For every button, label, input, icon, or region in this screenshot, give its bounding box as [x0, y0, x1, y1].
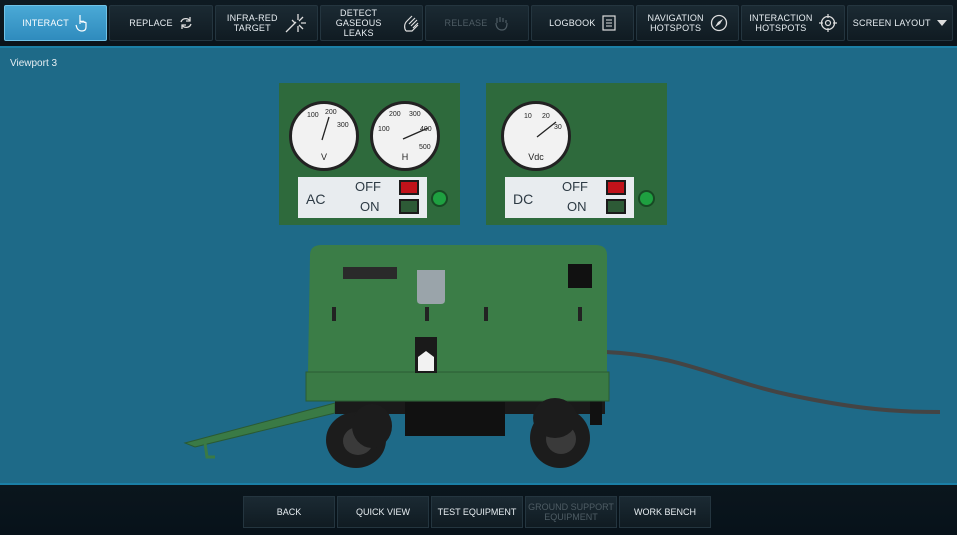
work-bench-button[interactable]: Work bench — [619, 496, 711, 528]
logbook-button[interactable]: Logbook — [530, 5, 634, 41]
power-cable — [605, 350, 941, 414]
laser-spark-icon — [285, 14, 306, 33]
work-bench-label: Work bench — [633, 507, 696, 517]
ground-support-equipment-button[interactable]: Ground support equipment — [525, 496, 617, 528]
gse-label-1: Ground support — [528, 502, 614, 512]
quick-view-label: Quick view — [355, 507, 410, 517]
dc-switch[interactable]: DC OFF ON — [505, 177, 634, 218]
ac-status-led — [431, 190, 448, 207]
wheel-left — [326, 404, 392, 468]
navigation-hotspots-button[interactable]: Navigation hotspots — [635, 5, 740, 41]
logbook-label: Logbook — [549, 18, 596, 28]
interact-label: Interact — [22, 18, 69, 28]
ac-switch-label: AC — [306, 191, 326, 207]
hand-pointer-icon — [75, 15, 87, 32]
dc-off-lamp[interactable] — [606, 180, 626, 195]
chevron-down-icon — [936, 20, 947, 26]
inter-label-2: hotspots — [755, 23, 807, 33]
ac-voltmeter[interactable]: 100 200 300 V — [289, 101, 359, 171]
release-label: Release — [444, 18, 488, 28]
main-toolbar: Interact Replace Infra-red target Detect g… — [0, 0, 957, 48]
ac-frequency-meter[interactable]: 200 300 100 400 500 H — [370, 101, 440, 171]
detect-label-1: Detect — [340, 8, 378, 18]
replace-label: Replace — [129, 18, 173, 28]
dc-status-led — [638, 190, 655, 207]
ac-control-panel: 100 200 300 V 200 300 100 400 500 H AC O… — [279, 83, 460, 225]
logbook-icon — [601, 15, 616, 31]
dc-off-label: OFF — [562, 179, 588, 194]
dc-control-panel: 10 20 30 Vdc DC OFF ON — [486, 83, 667, 225]
dc-on-lamp[interactable] — [606, 199, 626, 214]
freq-unit: H — [401, 152, 409, 162]
interaction-hotspots-button[interactable]: Interaction hotspots — [741, 5, 845, 41]
screen-layout-label: Screen layout — [852, 18, 931, 28]
back-button[interactable]: Back — [243, 496, 335, 528]
interact-button[interactable]: Interact — [4, 5, 108, 41]
gse-label-2: equipment — [544, 512, 598, 522]
nav-label-2: hotspots — [650, 23, 702, 33]
screen-layout-dropdown[interactable]: Screen layout — [846, 5, 953, 41]
sniffer-hand-icon — [404, 15, 419, 32]
tow-bar — [183, 402, 336, 448]
ac-voltmeter-unit: V — [320, 152, 327, 162]
test-equipment-button[interactable]: Test equipment — [431, 496, 523, 528]
release-button[interactable]: Release — [425, 5, 529, 41]
ac-on-label: ON — [360, 199, 380, 214]
bottom-toolbar: Back Quick view Test equipment Ground su… — [0, 483, 957, 535]
quick-view-button[interactable]: Quick view — [337, 496, 429, 528]
wheel-right — [530, 398, 590, 468]
dc-on-label: ON — [567, 199, 587, 214]
viewport-3d[interactable]: Viewport 3 100 200 300 V 200 300 100 400… — [0, 50, 957, 483]
generator-cart[interactable] — [0, 50, 957, 483]
ac-switch[interactable]: AC OFF ON — [298, 177, 427, 218]
dc-voltmeter-unit: Vdc — [528, 152, 544, 162]
test-equipment-label: Test equipment — [437, 507, 517, 517]
ac-on-lamp[interactable] — [399, 199, 419, 214]
refresh-icon — [180, 17, 192, 29]
detect-gaseous-leaks-button[interactable]: Detect gaseous leaks — [319, 5, 424, 41]
back-label: Back — [276, 507, 302, 517]
dc-voltmeter[interactable]: 10 20 30 Vdc — [501, 101, 571, 171]
ac-off-lamp[interactable] — [399, 180, 419, 195]
grab-hand-icon — [495, 17, 509, 31]
generator-body — [308, 245, 607, 372]
ac-off-label: OFF — [355, 179, 381, 194]
dc-switch-label: DC — [513, 191, 534, 207]
detect-label-2: gaseous leaks — [335, 18, 382, 38]
nav-label-1: Navigation — [647, 13, 704, 23]
inter-label-1: Interaction — [749, 13, 813, 23]
compass-icon — [710, 14, 727, 32]
target-icon — [818, 14, 837, 32]
infrared-label-1: Infra-red — [226, 13, 278, 23]
infrared-label-2: target — [233, 23, 271, 33]
infrared-target-button[interactable]: Infra-red target — [214, 5, 318, 41]
replace-button[interactable]: Replace — [109, 5, 213, 41]
viewport-label: Viewport 3 — [10, 58, 58, 69]
